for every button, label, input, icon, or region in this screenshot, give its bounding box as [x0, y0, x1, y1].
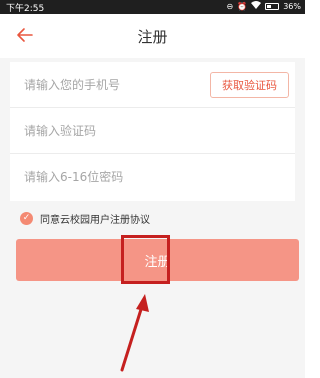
dnd-icon: ⊖ [226, 1, 234, 11]
alarm-icon: ⏰ [237, 1, 248, 11]
agreement-row: ✓ 同意云校园用户注册协议 [20, 210, 150, 226]
agreement-text[interactable]: 同意云校园用户注册协议 [40, 211, 150, 226]
password-input[interactable] [24, 167, 274, 187]
password-row [10, 154, 295, 200]
status-icons: ⊖ ⏰ 36% [227, 1, 301, 12]
code-row [10, 108, 295, 154]
get-code-button[interactable]: 获取验证码 [210, 72, 289, 98]
status-bar: 下午2:55 ⊖ ⏰ 36% [0, 0, 305, 14]
highlight-box [121, 235, 170, 284]
phone-row: 获取验证码 [10, 62, 295, 108]
wifi-icon [251, 1, 262, 12]
agreement-checkbox[interactable]: ✓ [20, 211, 33, 225]
battery-percent: 36% [283, 1, 301, 11]
status-time: 下午2:55 [6, 4, 45, 14]
verification-code-input[interactable] [24, 121, 274, 141]
battery-icon [265, 3, 280, 10]
nav-bar: 注册 [0, 14, 305, 58]
page-title: 注册 [137, 28, 168, 46]
register-form: 获取验证码 [10, 62, 295, 201]
phone-input[interactable] [24, 75, 204, 95]
